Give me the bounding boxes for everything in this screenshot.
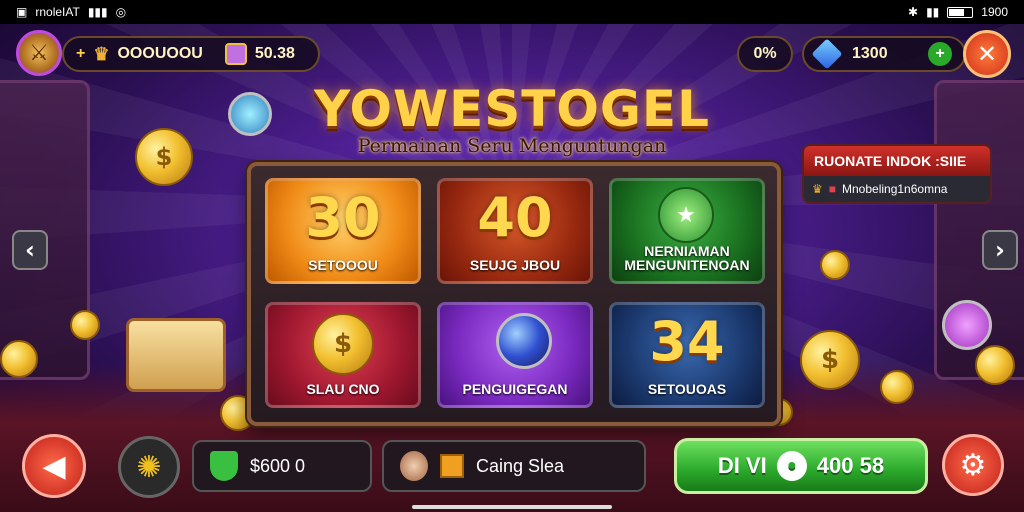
chevron-left-icon: ‹	[25, 236, 35, 264]
status-bar: ▣ rnoleIAT ▮▮▮ ◎ ✱ ▮▮ 1900	[0, 0, 1024, 24]
notice-title: RUONATE INDOK :SIIE	[804, 146, 990, 176]
play-button[interactable]: DI VI ● 400 58	[674, 438, 928, 494]
coin-decoration	[0, 340, 38, 378]
notice-body: ♛ ■ Mnobeling1n6omna	[804, 176, 990, 202]
gems-bar: 1300 +	[802, 36, 966, 72]
signal-icon: ▮▮▮	[87, 5, 108, 19]
treasure-chest-decoration	[126, 318, 226, 392]
clock: 1900	[981, 5, 1008, 19]
tile-label: NERNIAMAN MENGUNITENOAN	[624, 242, 750, 274]
bluetooth-icon: ✱	[908, 5, 919, 19]
cog-icon: ✺	[136, 449, 162, 485]
tile-number: 34	[649, 310, 725, 373]
chip-decoration	[228, 92, 272, 136]
close-button[interactable]: ✕	[963, 30, 1011, 78]
chat-bubble-icon: ●	[776, 451, 807, 481]
chat-pill[interactable]: Caing Slea	[382, 440, 646, 492]
chevron-right-icon: ›	[995, 236, 1005, 264]
trophy-icon: ♛	[812, 182, 823, 196]
add-gems-button[interactable]: +	[928, 42, 952, 66]
tile-label: PENGUIGEGAN	[462, 381, 568, 398]
balance-pill: $600 0	[192, 440, 372, 492]
coin-decoration	[70, 310, 100, 340]
gold-crown-icon: ♛	[93, 43, 110, 64]
tile-label: SETOUOAS	[647, 381, 727, 398]
home-indicator[interactable]	[412, 505, 612, 509]
percent-badge: 0%	[737, 36, 793, 72]
player-avatar[interactable]: ⚔	[16, 30, 62, 76]
coin-decoration	[975, 345, 1015, 385]
coin-decoration	[880, 370, 914, 404]
cell-signal-icon: ▮▮	[926, 5, 940, 19]
notice-text: Mnobeling1n6omna	[842, 182, 948, 196]
shield-icon	[210, 451, 238, 481]
previous-arrow-button[interactable]: ‹	[12, 230, 48, 270]
play-value: 400 58	[816, 453, 885, 478]
tile-number: 40	[477, 186, 553, 249]
wifi-icon: ◎	[115, 5, 127, 19]
cube-icon	[440, 454, 464, 478]
character-icon	[400, 451, 428, 481]
balance-value: $600 0	[250, 455, 306, 476]
settings-button[interactable]: ⚙	[942, 434, 1004, 496]
gem-icon	[811, 38, 843, 70]
sword-icon: ⚔	[29, 40, 49, 66]
coin-decoration: $	[800, 330, 860, 390]
next-arrow-button[interactable]: ›	[982, 230, 1018, 270]
game-board: 30 SETOOOU 40 SEUJG JBOU ★ NERNIAMAN MEN…	[247, 162, 781, 426]
coin-decoration: $	[135, 128, 193, 186]
orb-icon	[496, 313, 552, 369]
add-icon[interactable]: +	[76, 45, 85, 63]
chip-decoration	[942, 300, 992, 350]
game-tile-2[interactable]: 40 SEUJG JBOU	[437, 178, 593, 284]
play-label: DI VI	[717, 453, 767, 478]
emerald-coin-icon: ★	[658, 187, 714, 243]
game-tile-4[interactable]: $ SLAU CNO	[265, 302, 421, 408]
close-icon: ✕	[976, 40, 998, 68]
back-button[interactable]: ◀	[22, 434, 86, 498]
event-notice[interactable]: RUONATE INDOK :SIIE ♛ ■ Mnobeling1n6omna	[802, 144, 992, 204]
chat-label: Caing Slea	[476, 455, 565, 476]
game-tile-1[interactable]: 30 SETOOOU	[265, 178, 421, 284]
tile-number: 30	[305, 186, 381, 249]
game-tile-5[interactable]: PENGUIGEGAN	[437, 302, 593, 408]
tile-label: SEUJG JBOU	[469, 257, 561, 274]
battery-icon	[947, 6, 974, 18]
treasure-icon	[224, 43, 247, 65]
game-tile-6[interactable]: 34 SETOUOAS	[609, 302, 765, 408]
notification-icon: ▣	[16, 5, 28, 19]
tile-label: SLAU CNO	[306, 381, 380, 398]
gift-icon: ■	[828, 182, 837, 196]
coin-decoration	[820, 250, 850, 280]
gold-coin-icon: $	[312, 313, 374, 375]
gems-value: 1300	[852, 45, 888, 62]
currency-bar: + ♛ OOOUOOU 50.38	[62, 36, 320, 72]
tile-label: SETOOOU	[308, 257, 378, 274]
game-tile-3[interactable]: ★ NERNIAMAN MENGUNITENOAN	[609, 178, 765, 284]
percent-value: 0%	[753, 45, 777, 62]
back-arrow-icon: ◀	[42, 448, 66, 484]
carrier-text: rnoleIAT	[35, 5, 80, 19]
gear-icon: ⚙	[959, 447, 987, 483]
gold-value: 50.38	[254, 45, 295, 62]
spin-button[interactable]: ✺	[118, 436, 180, 498]
coins-value: OOOUOOU	[117, 45, 203, 62]
